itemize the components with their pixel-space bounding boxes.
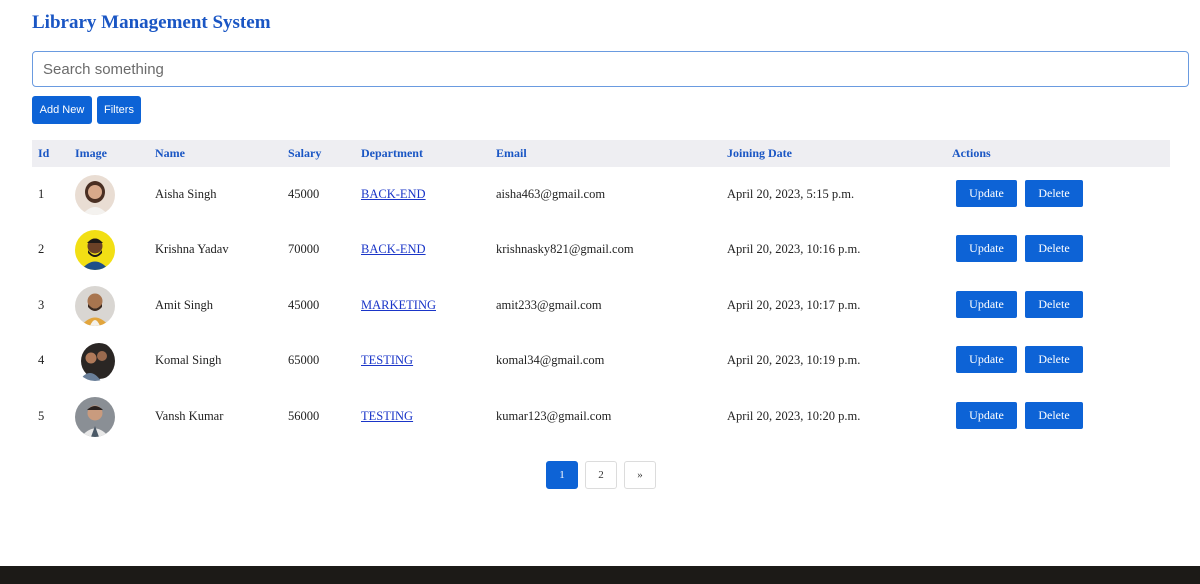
cell-id: 1 <box>38 187 45 201</box>
search-input[interactable] <box>32 51 1189 87</box>
department-link[interactable]: BACK-END <box>361 222 426 277</box>
cell-email: kumar123@gmail.com <box>496 409 612 423</box>
cell-email: komal34@gmail.com <box>496 353 605 367</box>
cell-joining-date: April 20, 2023, 10:20 p.m. <box>727 409 861 423</box>
add-new-button[interactable]: Add New <box>32 96 92 124</box>
table-row: 2 Krishna Yadav 70000 BACK-END krishnask… <box>32 222 1170 277</box>
delete-button[interactable]: Delete <box>1025 402 1083 429</box>
cell-id: 2 <box>38 242 45 256</box>
cell-joining-date: April 20, 2023, 10:19 p.m. <box>727 353 861 367</box>
header-id: Id <box>38 146 50 160</box>
delete-button[interactable]: Delete <box>1025 180 1083 207</box>
cell-email: aisha463@gmail.com <box>496 187 606 201</box>
update-button[interactable]: Update <box>956 402 1017 429</box>
cell-id: 3 <box>38 298 45 312</box>
header-joining-date: Joining Date <box>727 146 793 160</box>
avatar <box>75 341 115 381</box>
table-row: 4 Komal Singh 65000 TESTING komal34@gmai… <box>32 333 1170 388</box>
avatar <box>75 286 115 326</box>
update-button[interactable]: Update <box>956 346 1017 373</box>
avatar <box>75 175 115 215</box>
table-row: 3 Amit Singh 45000 MARKETING amit233@gma… <box>32 278 1170 333</box>
department-link[interactable]: TESTING <box>361 333 413 388</box>
next-page-button[interactable]: » <box>624 461 656 489</box>
cell-name: Krishna Yadav <box>155 242 229 256</box>
header-image: Image <box>75 146 107 160</box>
header-name: Name <box>155 146 185 160</box>
person-avatar-icon <box>75 230 115 270</box>
delete-button[interactable]: Delete <box>1025 346 1083 373</box>
cell-salary: 65000 <box>288 353 320 367</box>
header-email: Email <box>496 146 527 160</box>
page-2-button[interactable]: 2 <box>585 461 617 489</box>
cell-salary: 70000 <box>288 242 320 256</box>
person-avatar-icon <box>75 286 115 326</box>
avatar <box>75 230 115 270</box>
update-button[interactable]: Update <box>956 291 1017 318</box>
page-1-button[interactable]: 1 <box>546 461 578 489</box>
department-link[interactable]: TESTING <box>361 389 413 444</box>
department-link[interactable]: BACK-END <box>361 167 426 222</box>
header-salary: Salary <box>288 146 322 160</box>
cell-salary: 45000 <box>288 298 320 312</box>
cell-name: Aisha Singh <box>155 187 217 201</box>
header-actions: Actions <box>952 146 991 160</box>
update-button[interactable]: Update <box>956 235 1017 262</box>
cell-joining-date: April 20, 2023, 10:17 p.m. <box>727 298 861 312</box>
cell-salary: 45000 <box>288 187 320 201</box>
table-row: 5 Vansh Kumar 56000 TESTING kumar123@gma… <box>32 389 1170 444</box>
department-link[interactable]: MARKETING <box>361 278 436 333</box>
cell-name: Komal Singh <box>155 353 222 367</box>
person-avatar-icon <box>75 341 115 381</box>
header-department: Department <box>361 146 423 160</box>
footer-bar <box>0 566 1200 584</box>
table-row: 1 Aisha Singh 45000 BACK-END aisha463@gm… <box>32 167 1170 222</box>
update-button[interactable]: Update <box>956 180 1017 207</box>
cell-email: amit233@gmail.com <box>496 298 602 312</box>
delete-button[interactable]: Delete <box>1025 235 1083 262</box>
cell-id: 5 <box>38 409 45 423</box>
cell-joining-date: April 20, 2023, 5:15 p.m. <box>727 187 855 201</box>
avatar <box>75 397 115 437</box>
cell-name: Amit Singh <box>155 298 213 312</box>
cell-name: Vansh Kumar <box>155 409 224 423</box>
delete-button[interactable]: Delete <box>1025 291 1083 318</box>
table-header: Id Image Name Salary Department Email Jo… <box>32 140 1170 167</box>
page-title: Library Management System <box>32 12 271 33</box>
cell-id: 4 <box>38 353 45 367</box>
cell-email: krishnasky821@gmail.com <box>496 242 634 256</box>
person-avatar-icon <box>75 397 115 437</box>
cell-salary: 56000 <box>288 409 320 423</box>
filters-button[interactable]: Filters <box>97 96 141 124</box>
cell-joining-date: April 20, 2023, 10:16 p.m. <box>727 242 861 256</box>
person-avatar-icon <box>75 175 115 215</box>
